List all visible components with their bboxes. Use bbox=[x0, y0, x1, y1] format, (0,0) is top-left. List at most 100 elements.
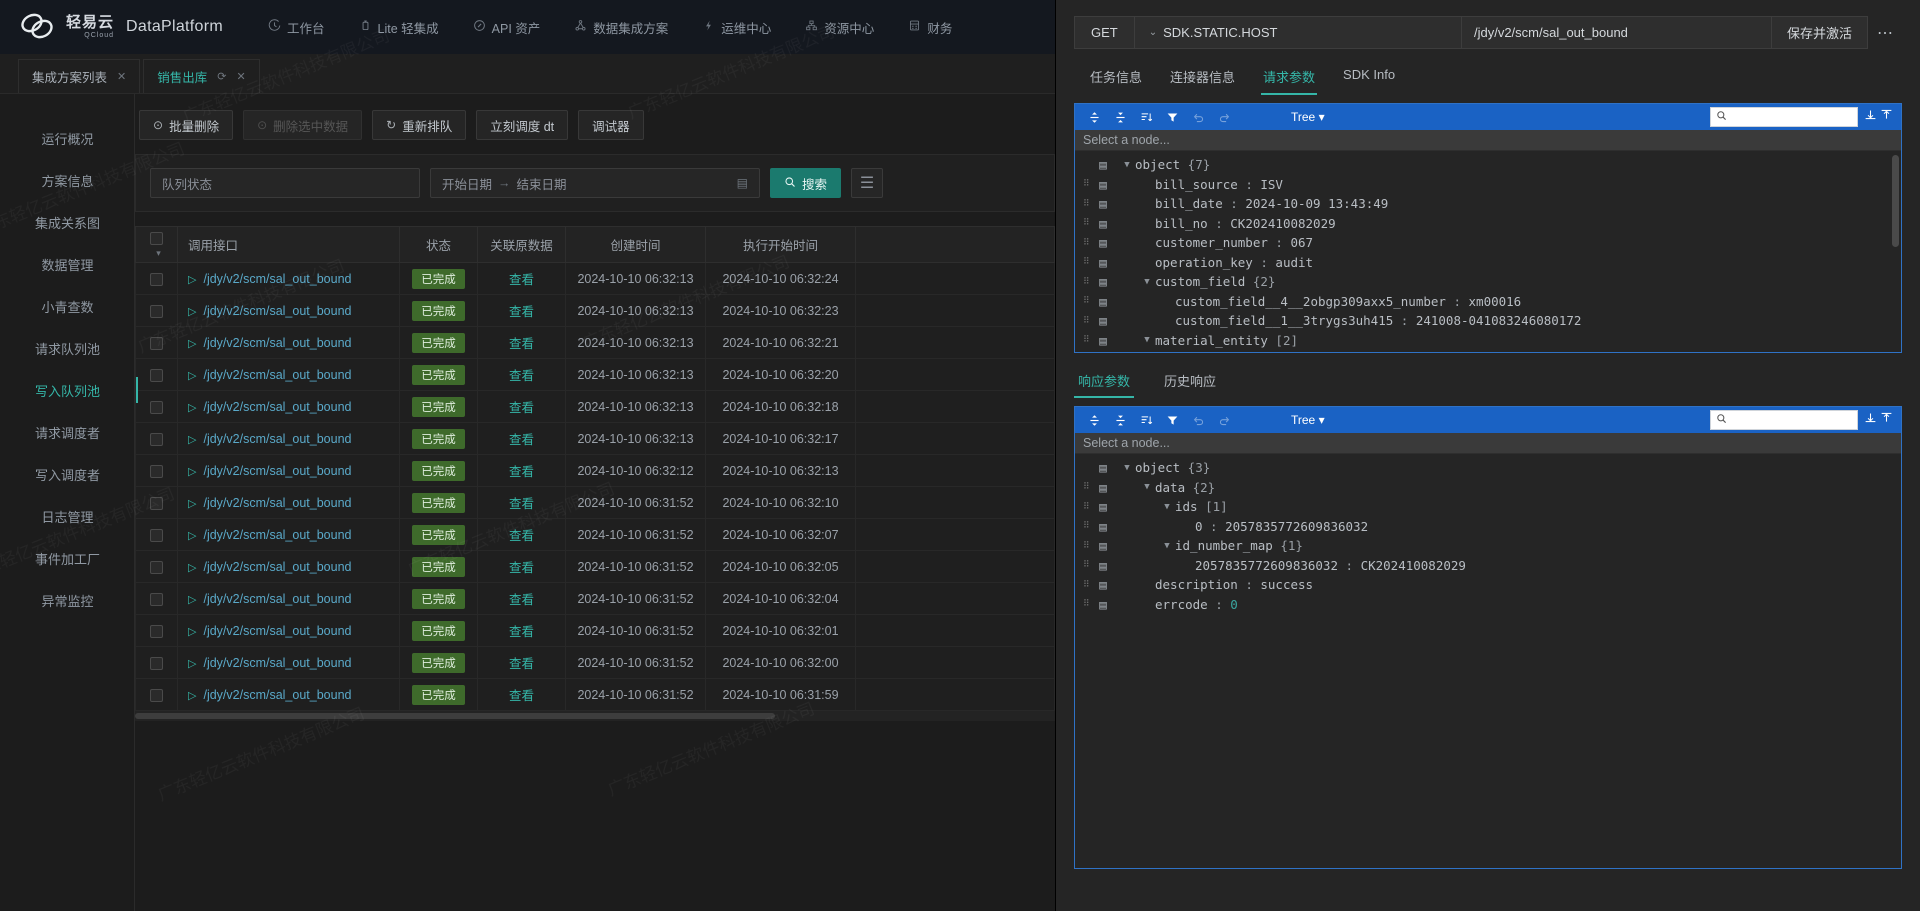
run-icon[interactable]: ▷ bbox=[188, 562, 196, 574]
scrollbar-thumb[interactable] bbox=[135, 713, 775, 719]
row-checkbox[interactable] bbox=[150, 368, 163, 382]
api-link[interactable]: /jdy/v2/scm/sal_out_bound bbox=[203, 624, 351, 638]
sidebar-item-request-queue-pool[interactable]: 请求队列池 bbox=[0, 332, 135, 364]
api-link[interactable]: /jdy/v2/scm/sal_out_bound bbox=[203, 464, 351, 478]
json-tree-row[interactable]: ⠿ ▤ ▼ data {2} bbox=[1075, 478, 1901, 498]
json-key[interactable]: material_entity bbox=[1155, 333, 1268, 348]
cell-source-data[interactable]: 查看 bbox=[477, 390, 566, 423]
request-json-tree[interactable]: ▤ ▼ object {7} ⠿ ▤ bill_source : ISV ⠿ ▤ bill_da… bbox=[1075, 151, 1901, 352]
node-menu-icon[interactable]: ▤ bbox=[1095, 216, 1111, 231]
row-checkbox-cell[interactable] bbox=[135, 294, 178, 327]
row-checkbox[interactable] bbox=[150, 272, 163, 286]
response-select-node-bar[interactable]: Select a node... bbox=[1075, 433, 1901, 454]
host-selector[interactable]: ⌄ SDK.STATIC.HOST bbox=[1133, 17, 1292, 48]
collapse-all-icon[interactable] bbox=[1109, 106, 1131, 128]
run-icon[interactable]: ▷ bbox=[188, 402, 196, 414]
cell-source-data[interactable]: 查看 bbox=[477, 582, 566, 615]
row-checkbox-cell[interactable] bbox=[135, 390, 178, 423]
row-checkbox[interactable] bbox=[150, 624, 163, 638]
row-checkbox[interactable] bbox=[150, 304, 163, 318]
node-menu-icon[interactable]: ▤ bbox=[1095, 577, 1111, 592]
view-link[interactable]: 查看 bbox=[509, 369, 534, 383]
api-link[interactable]: /jdy/v2/scm/sal_out_bound bbox=[203, 272, 351, 286]
tab-connector-info[interactable]: 连接器信息 bbox=[1156, 61, 1249, 95]
request-tree-scrollbar[interactable] bbox=[1892, 155, 1899, 247]
json-tree-row[interactable]: ⠿ ▤ bill_date : 2024-10-09 13:43:49 bbox=[1075, 194, 1901, 214]
json-value[interactable]: 0 bbox=[1230, 597, 1238, 612]
view-link[interactable]: 查看 bbox=[509, 593, 534, 607]
view-link[interactable]: 查看 bbox=[509, 401, 534, 415]
json-key[interactable]: customer_number bbox=[1155, 235, 1268, 250]
node-menu-icon[interactable]: ▤ bbox=[1095, 255, 1111, 270]
row-checkbox-cell[interactable] bbox=[135, 550, 178, 583]
json-tree-row[interactable]: ⠿ ▤ bill_no : CK202410082029 bbox=[1075, 214, 1901, 234]
cell-source-data[interactable]: 查看 bbox=[477, 326, 566, 359]
view-link[interactable]: 查看 bbox=[509, 465, 534, 479]
json-tree-row[interactable]: ⠿ ▤ ▼ id_number_map {1} bbox=[1075, 536, 1901, 556]
row-checkbox-cell[interactable] bbox=[135, 582, 178, 615]
view-link[interactable]: 查看 bbox=[509, 561, 534, 575]
json-key[interactable]: operation_key bbox=[1155, 255, 1253, 270]
nav-item-lite[interactable]: Lite 轻集成 bbox=[342, 0, 456, 54]
view-link[interactable]: 查看 bbox=[509, 433, 534, 447]
view-link[interactable]: 查看 bbox=[509, 689, 534, 703]
schedule-now-button[interactable]: 立刻调度 dt bbox=[476, 110, 569, 140]
row-checkbox[interactable] bbox=[150, 560, 163, 574]
drag-handle-icon[interactable]: ⠿ bbox=[1083, 297, 1095, 306]
chevron-down-icon[interactable]: ▾ bbox=[156, 248, 161, 258]
api-link[interactable]: /jdy/v2/scm/sal_out_bound bbox=[203, 336, 351, 350]
json-tree-row[interactable]: ▤ ▼ object {7} bbox=[1075, 155, 1901, 175]
json-tree-row[interactable]: ▤ ▼ object {3} bbox=[1075, 458, 1901, 478]
sidebar-item-write-queue-pool[interactable]: 写入队列池 bbox=[0, 374, 138, 406]
api-link[interactable]: /jdy/v2/scm/sal_out_bound bbox=[203, 656, 351, 670]
sidebar-item-request-scheduler[interactable]: 请求调度者 bbox=[0, 416, 135, 448]
chevron-toggle-icon[interactable]: ▼ bbox=[1139, 277, 1155, 287]
select-all-checkbox[interactable] bbox=[150, 231, 163, 245]
view-link[interactable]: 查看 bbox=[509, 497, 534, 511]
chevron-toggle-icon[interactable]: ▼ bbox=[1119, 463, 1135, 473]
run-icon[interactable]: ▷ bbox=[188, 498, 196, 510]
tab-sdk-info[interactable]: SDK Info bbox=[1329, 61, 1409, 95]
api-link[interactable]: /jdy/v2/scm/sal_out_bound bbox=[203, 368, 351, 382]
json-key[interactable]: object bbox=[1135, 460, 1180, 475]
api-link[interactable]: /jdy/v2/scm/sal_out_bound bbox=[203, 688, 351, 702]
tab-task-info[interactable]: 任务信息 bbox=[1076, 61, 1156, 95]
view-link[interactable]: 查看 bbox=[509, 625, 534, 639]
node-menu-icon[interactable]: ▤ bbox=[1095, 597, 1111, 612]
run-icon[interactable]: ▷ bbox=[188, 530, 196, 542]
json-key[interactable]: custom_field bbox=[1155, 274, 1245, 289]
chevron-toggle-icon[interactable]: ▼ bbox=[1119, 160, 1135, 170]
json-value[interactable]: audit bbox=[1275, 255, 1313, 270]
json-value[interactable]: 241008-041083246080172 bbox=[1416, 313, 1582, 328]
api-link[interactable]: /jdy/v2/scm/sal_out_bound bbox=[203, 432, 351, 446]
cell-api[interactable]: ▷ /jdy/v2/scm/sal_out_bound bbox=[177, 614, 400, 647]
cell-api[interactable]: ▷ /jdy/v2/scm/sal_out_bound bbox=[177, 294, 400, 327]
node-menu-icon[interactable]: ▤ bbox=[1095, 519, 1111, 534]
column-header-api[interactable]: 调用接口 bbox=[177, 226, 400, 263]
redo-icon[interactable] bbox=[1213, 106, 1235, 128]
tab-response-params[interactable]: 响应参数 bbox=[1074, 367, 1135, 398]
table-row[interactable]: ▷ /jdy/v2/scm/sal_out_bound 已完成 查看 2024-10-1… bbox=[135, 646, 1055, 679]
cell-api[interactable]: ▷ /jdy/v2/scm/sal_out_bound bbox=[177, 582, 400, 615]
drag-handle-icon[interactable]: ⠿ bbox=[1083, 561, 1095, 570]
node-menu-icon[interactable]: ▤ bbox=[1095, 499, 1111, 514]
json-value[interactable]: success bbox=[1260, 577, 1313, 592]
json-value[interactable]: 2057835772609836032 bbox=[1225, 519, 1368, 534]
table-row[interactable]: ▷ /jdy/v2/scm/sal_out_bound 已完成 查看 2024-10-1… bbox=[135, 486, 1055, 519]
json-value[interactable]: xm00016 bbox=[1469, 294, 1522, 309]
cell-api[interactable]: ▷ /jdy/v2/scm/sal_out_bound bbox=[177, 262, 400, 295]
view-link[interactable]: 查看 bbox=[509, 657, 534, 671]
sidebar-item-relation-graph[interactable]: 集成关系图 bbox=[0, 206, 135, 238]
json-value[interactable]: CK202410082029 bbox=[1361, 558, 1466, 573]
table-row[interactable]: ▷ /jdy/v2/scm/sal_out_bound 已完成 查看 2024-10-1… bbox=[135, 454, 1055, 487]
cell-api[interactable]: ▷ /jdy/v2/scm/sal_out_bound bbox=[177, 486, 400, 519]
row-checkbox[interactable] bbox=[150, 592, 163, 606]
search-prev-icon[interactable] bbox=[1864, 108, 1877, 126]
json-tree-row[interactable]: ⠿ ▤ customer_number : 067 bbox=[1075, 233, 1901, 253]
search-next-icon[interactable] bbox=[1880, 108, 1893, 126]
editor-mode-selector[interactable]: Tree ▾ bbox=[1291, 110, 1325, 124]
json-key[interactable]: description bbox=[1155, 577, 1238, 592]
search-prev-icon[interactable] bbox=[1864, 411, 1877, 429]
cell-source-data[interactable]: 查看 bbox=[477, 518, 566, 551]
json-key[interactable]: ids bbox=[1175, 499, 1198, 514]
